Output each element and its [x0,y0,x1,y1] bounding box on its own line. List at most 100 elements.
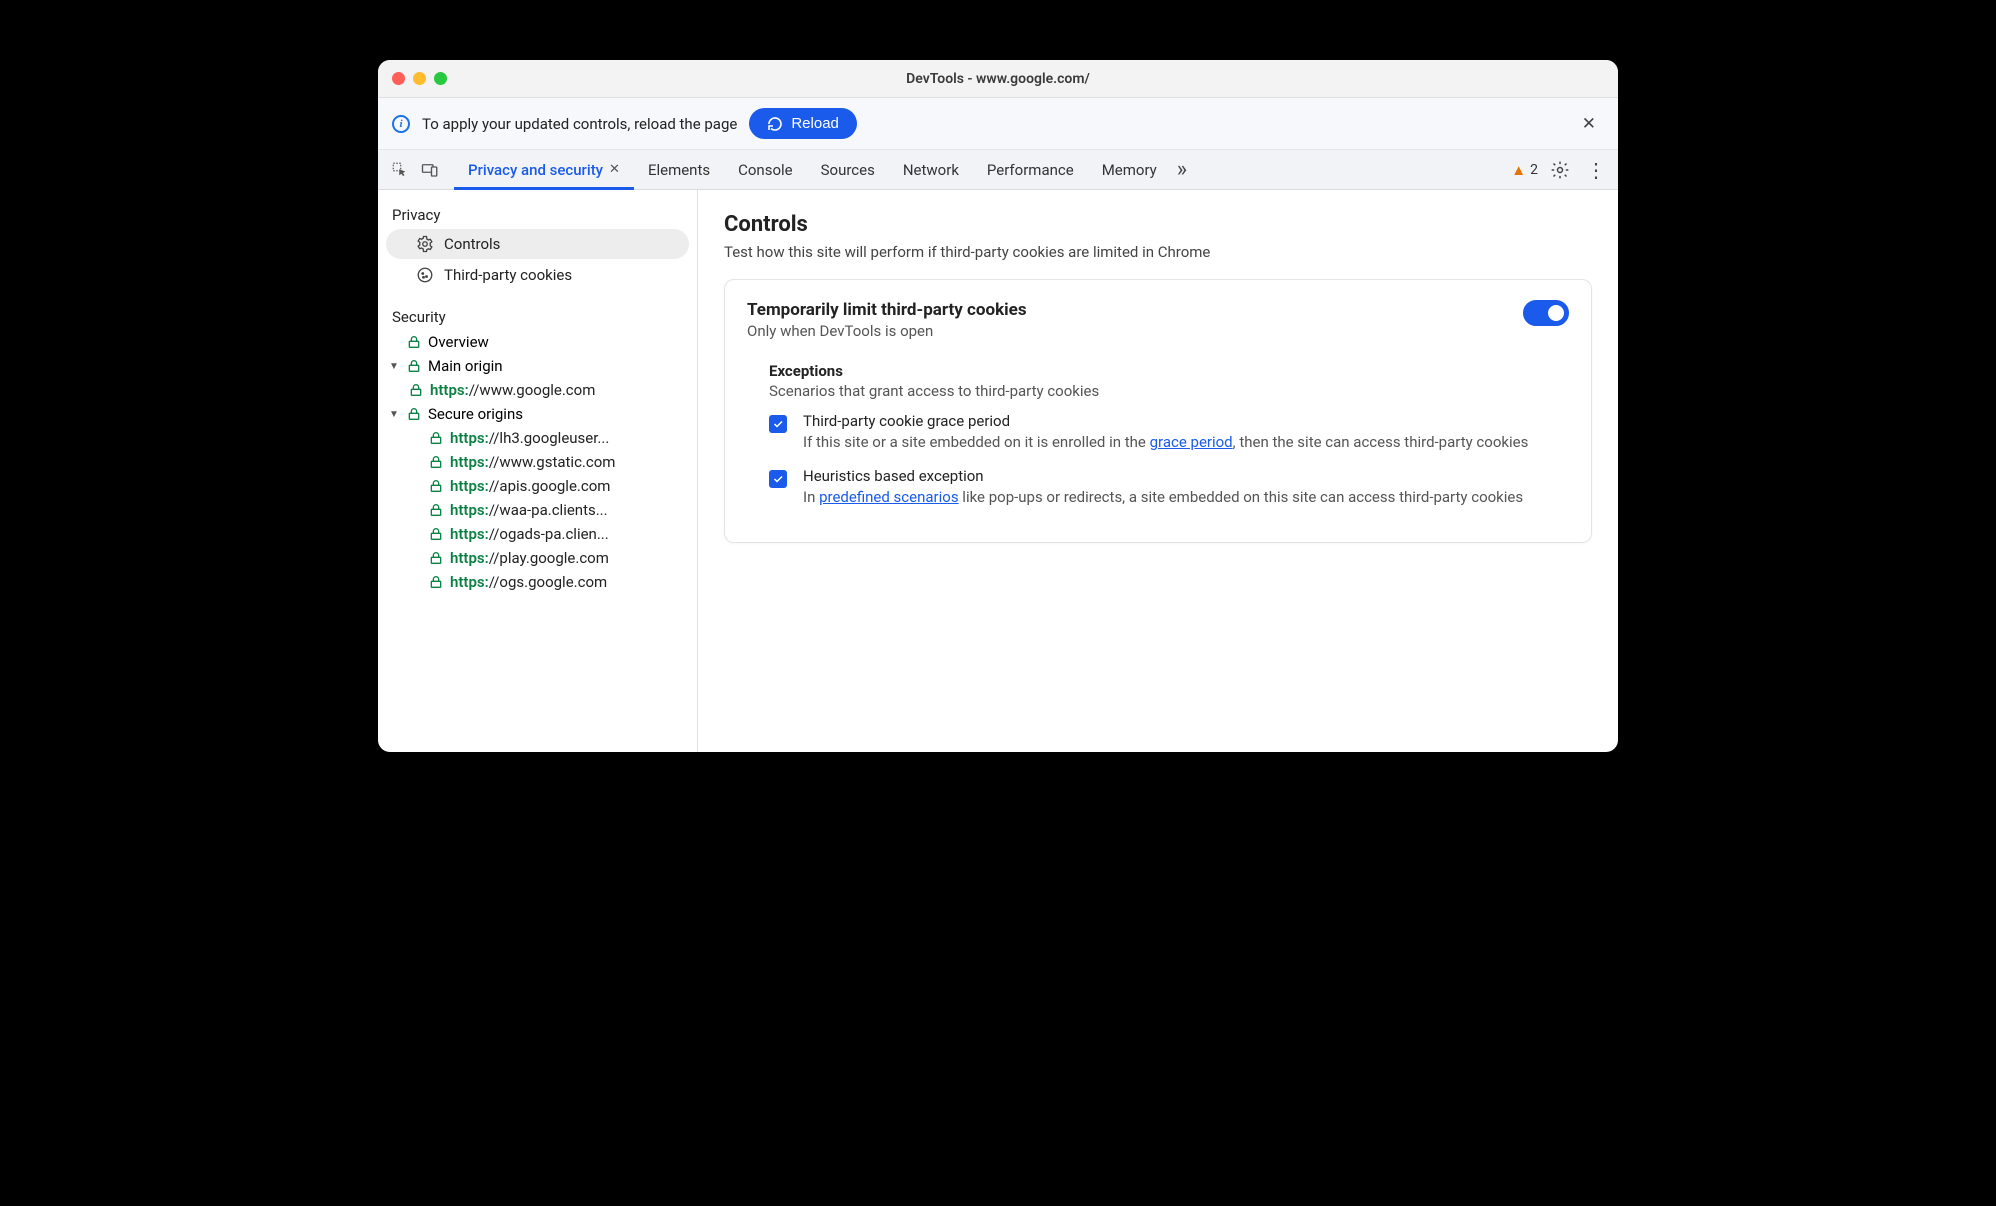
lock-icon [428,550,444,566]
lock-icon [428,502,444,518]
tab-elements[interactable]: Elements [634,150,724,189]
origin-url: https://apis.google.com [450,477,610,495]
device-toggle-icon[interactable] [416,156,444,184]
card-subtitle: Only when DevTools is open [747,322,1027,340]
tab-label: Network [903,161,959,179]
settings-button[interactable] [1550,160,1570,180]
origin-item[interactable]: https://ogads-pa.clien... [378,522,697,546]
window-minimize-button[interactable] [413,72,426,85]
tab-sources[interactable]: Sources [807,150,889,189]
option-grace-period: Third-party cookie grace period If this … [769,412,1569,453]
devtools-toolbar: Privacy and security ✕ Elements Console … [378,150,1618,190]
inspect-element-icon[interactable] [386,156,414,184]
sidebar-item-label: Controls [444,235,500,253]
lock-icon [406,358,422,374]
window-zoom-button[interactable] [434,72,447,85]
reload-infobar: i To apply your updated controls, reload… [378,98,1618,150]
main-panel: Controls Test how this site will perform… [698,190,1618,752]
sidebar-item-overview[interactable]: Overview [378,330,697,354]
tab-privacy-security[interactable]: Privacy and security ✕ [454,150,634,189]
lock-icon [428,478,444,494]
tab-console[interactable]: Console [724,150,807,189]
gear-icon [416,235,434,253]
limit-cookies-card: Temporarily limit third-party cookies On… [724,279,1592,543]
sidebar-item-third-party-cookies[interactable]: Third-party cookies [386,260,689,290]
origin-item[interactable]: https://waa-pa.clients... [378,498,697,522]
sidebar-item-label: Third-party cookies [444,266,572,284]
origin-item[interactable]: https://www.google.com [378,378,697,402]
tab-label: Memory [1102,161,1157,179]
secure-origins-label: Secure origins [428,405,523,423]
warning-count: 2 [1530,162,1538,178]
panel-body: Privacy Controls Third-party cookies Sec… [378,190,1618,752]
window-close-button[interactable] [392,72,405,85]
tab-memory[interactable]: Memory [1088,150,1171,189]
exceptions-subtitle: Scenarios that grant access to third-par… [769,382,1569,400]
origin-url: https://waa-pa.clients... [450,501,608,519]
chevron-down-icon[interactable]: ▼ [388,409,400,420]
heuristics-checkbox[interactable] [769,470,787,488]
more-options-button[interactable]: ⋮ [1582,158,1610,182]
page-title: Controls [724,212,1592,237]
cookie-icon [416,266,434,284]
devtools-window: DevTools - www.google.com/ i To apply yo… [378,60,1618,752]
panel-tabs: Privacy and security ✕ Elements Console … [454,150,1193,189]
issues-badge[interactable]: ▲ 2 [1511,161,1538,179]
window-title: DevTools - www.google.com/ [378,71,1618,87]
sidebar-item-controls[interactable]: Controls [386,229,689,259]
traffic-lights [378,72,447,85]
grace-period-checkbox[interactable] [769,415,787,433]
lock-icon [428,574,444,590]
predefined-scenarios-link[interactable]: predefined scenarios [819,488,958,506]
tab-label: Console [738,161,793,179]
option-title: Third-party cookie grace period [803,412,1528,430]
reload-button-label: Reload [791,115,839,132]
infobar-message: To apply your updated controls, reload t… [422,115,737,133]
tab-label: Performance [987,161,1074,179]
titlebar: DevTools - www.google.com/ [378,60,1618,98]
tab-network[interactable]: Network [889,150,973,189]
lock-icon [428,526,444,542]
exceptions-heading: Exceptions [769,362,1569,380]
option-description: In predefined scenarios like pop-ups or … [803,487,1523,508]
origin-url: https://ogs.google.com [450,573,607,591]
lock-icon [408,382,424,398]
tree-main-origin[interactable]: ▼ Main origin [378,354,697,378]
origin-item[interactable]: https://www.gstatic.com [378,450,697,474]
grace-period-link[interactable]: grace period [1150,433,1233,451]
reload-icon [767,116,783,132]
option-description: If this site or a site embedded on it is… [803,432,1528,453]
main-origin-label: Main origin [428,357,503,375]
sidebar-heading-security: Security [378,300,697,330]
origin-url: https://lh3.googleuser... [450,429,609,447]
card-title: Temporarily limit third-party cookies [747,300,1027,320]
page-subtitle: Test how this site will perform if third… [724,243,1592,261]
warning-icon: ▲ [1511,161,1526,179]
tab-label: Privacy and security [468,161,603,179]
sidebar-heading-privacy: Privacy [378,198,697,228]
limit-cookies-toggle[interactable] [1523,300,1569,326]
infobar-close-button[interactable]: ✕ [1574,110,1604,138]
lock-icon [406,334,422,350]
option-heuristics: Heuristics based exception In predefined… [769,467,1569,508]
origin-item[interactable]: https://lh3.googleuser... [378,426,697,450]
tab-close-icon[interactable]: ✕ [609,162,620,177]
lock-icon [428,430,444,446]
option-title: Heuristics based exception [803,467,1523,485]
lock-icon [428,454,444,470]
chevron-down-icon[interactable]: ▼ [388,361,400,372]
origin-item[interactable]: https://apis.google.com [378,474,697,498]
tree-secure-origins[interactable]: ▼ Secure origins [378,402,697,426]
tab-performance[interactable]: Performance [973,150,1088,189]
info-icon: i [392,115,410,133]
origin-item[interactable]: https://play.google.com [378,546,697,570]
sidebar: Privacy Controls Third-party cookies Sec… [378,190,698,752]
tab-label: Sources [821,161,875,179]
origin-item[interactable]: https://ogs.google.com [378,570,697,594]
lock-icon [406,406,422,422]
reload-button[interactable]: Reload [749,108,857,139]
more-tabs-button[interactable]: » [1171,150,1193,189]
origin-url: https://www.google.com [430,381,595,399]
origin-url: https://ogads-pa.clien... [450,525,609,543]
origin-url: https://www.gstatic.com [450,453,615,471]
